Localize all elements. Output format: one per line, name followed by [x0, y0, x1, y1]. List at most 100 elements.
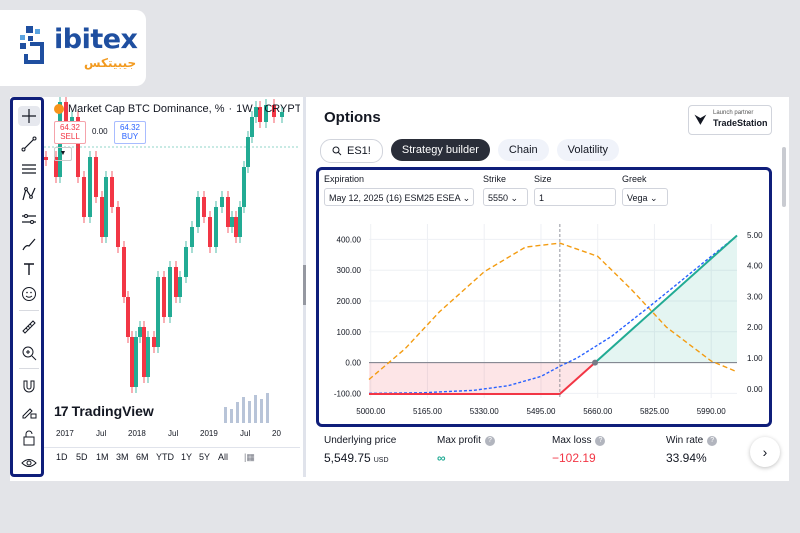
range-3m[interactable]: 3M — [116, 452, 129, 462]
y-right-tick-label: 0.00 — [747, 385, 763, 394]
x-tick-label: 5000.00 — [356, 407, 385, 416]
candle-body — [178, 277, 182, 297]
fib-retracement-icon[interactable] — [18, 159, 40, 179]
x-tick-label: 5660.00 — [583, 407, 612, 416]
x-tick-label: 5165.00 — [413, 407, 442, 416]
brand-name: ibitex — [54, 24, 138, 55]
strike-label: Strike — [483, 174, 507, 184]
zoom-in-icon[interactable] — [18, 343, 40, 363]
candle-body — [202, 197, 206, 217]
volume-bar — [260, 399, 263, 423]
y-left-tick-label: 0.00 — [345, 359, 361, 368]
ibitex-logo-icon — [20, 26, 44, 64]
tradestation-partner-badge[interactable]: ⮟ Launch partner TradeStation — [688, 105, 772, 135]
candle-body — [44, 157, 48, 160]
buy-button[interactable]: 64.32 BUY — [114, 121, 146, 144]
volume-bar — [254, 395, 257, 423]
range-5d[interactable]: 5D — [76, 452, 88, 462]
candle-body — [82, 177, 86, 217]
y-left-tick-label: 100.00 — [337, 328, 362, 337]
candle-body — [214, 207, 218, 247]
eye-icon[interactable] — [18, 453, 40, 473]
range-6m[interactable]: 6M — [136, 452, 149, 462]
volume-bar — [242, 397, 245, 423]
greek-select[interactable]: Vega ⌄ — [622, 188, 668, 206]
chart-exchange: CRYPTO — [264, 103, 300, 115]
volume-bar — [236, 402, 239, 423]
candle-body — [130, 337, 134, 387]
strike-select[interactable]: 5550 ⌄ — [483, 188, 528, 206]
strategy-builder: Expiration May 12, 2025 (16) ESM25 ESEA … — [316, 167, 772, 427]
tab-chain[interactable]: Chain — [497, 139, 549, 161]
forecast-icon[interactable] — [18, 209, 40, 229]
greek-label: Greek — [622, 174, 647, 184]
candle-body — [110, 177, 114, 207]
range-1y[interactable]: 1Y — [181, 452, 192, 462]
help-icon[interactable]: ? — [707, 435, 718, 446]
chart-interval[interactable]: 1W — [236, 103, 253, 115]
lock-pencil-icon[interactable] — [18, 402, 40, 422]
panel-resize-handle[interactable] — [303, 265, 306, 305]
symbol-search-button[interactable]: ES1! — [320, 139, 383, 163]
candle-body — [116, 207, 120, 247]
text-icon[interactable] — [18, 259, 40, 279]
candle-body — [250, 117, 254, 137]
x-tick-label: 5330.00 — [470, 407, 499, 416]
range-all[interactable]: All — [218, 452, 228, 462]
tab-volatility[interactable]: Volatility — [556, 139, 620, 161]
range-ytd[interactable]: YTD — [156, 452, 174, 462]
expiration-select[interactable]: May 12, 2025 (16) ESM25 ESEA ⌄ — [324, 188, 474, 206]
y-right-tick-label: 4.00 — [747, 262, 763, 271]
magnet-icon[interactable] — [18, 376, 40, 396]
options-tabs: ES1! Strategy builder Chain Volatility — [320, 139, 620, 163]
brand-subtitle: جیبیتکس — [84, 56, 137, 70]
volume-bar — [266, 393, 269, 423]
y-left-tick-label: 300.00 — [337, 266, 362, 275]
next-arrow-button[interactable]: › — [750, 437, 780, 467]
trend-line-icon[interactable] — [18, 134, 40, 154]
loss-area — [369, 362, 596, 395]
size-input[interactable]: 1 — [534, 188, 616, 206]
payoff-chart[interactable]: 5000.00 5165.00 5330.00 5495.00 5660.00 5825.… — [319, 214, 769, 424]
range-1m[interactable]: 1M — [96, 452, 109, 462]
candle-body — [234, 217, 238, 237]
chevron-down-icon: ⌄ — [462, 193, 471, 203]
y-right-tick-label: 3.00 — [747, 292, 763, 301]
pattern-icon[interactable] — [18, 184, 40, 204]
candle-body — [242, 167, 246, 207]
tradingview-logo-icon: 17 — [54, 403, 69, 419]
calendar-icon[interactable]: |▦ — [244, 452, 255, 463]
x-tick-label: 5825.00 — [640, 407, 669, 416]
candle-body — [104, 177, 108, 237]
chart-title: Market Cap BTC Dominance, % · 1W · CRYPT… — [54, 103, 300, 115]
brush-icon[interactable] — [18, 234, 40, 254]
crosshair-icon[interactable] — [18, 106, 40, 126]
candle-body — [152, 337, 156, 347]
range-1d[interactable]: 1D — [56, 452, 68, 462]
candle-body — [238, 207, 242, 237]
y-left-tick-label: 400.00 — [337, 235, 362, 244]
candle-body — [122, 247, 126, 297]
sell-button[interactable]: 64.32 SELL — [54, 121, 86, 144]
candle-body — [190, 227, 194, 247]
help-icon[interactable]: ? — [595, 435, 606, 446]
tab-strategy-builder[interactable]: Strategy builder — [390, 139, 490, 161]
collapse-chevron-icon[interactable]: ▼ — [54, 147, 72, 161]
price-chart[interactable]: Market Cap BTC Dominance, % · 1W · CRYPT… — [44, 97, 300, 477]
lock-icon[interactable] — [18, 428, 40, 448]
volume-bar — [224, 407, 227, 423]
panel-scrollbar[interactable] — [782, 147, 786, 207]
emoji-icon[interactable] — [18, 284, 40, 304]
brand-logo: ibitex جیبیتکس — [0, 10, 146, 86]
tradestation-logo-icon: ⮟ — [695, 112, 707, 127]
range-5y[interactable]: 5Y — [199, 452, 210, 462]
btc-icon — [54, 104, 64, 114]
candle-body — [162, 277, 166, 317]
y-right-tick-label: 5.00 — [747, 231, 763, 240]
time-axis: 2017 Jul 2018 Jul 2019 Jul 20 — [56, 429, 281, 438]
chevron-down-icon: ⌄ — [510, 193, 519, 203]
tradingview-watermark: 17 TradingView — [54, 403, 154, 419]
ruler-icon[interactable] — [18, 317, 40, 337]
help-icon[interactable]: ? — [484, 435, 495, 446]
candle-body — [94, 157, 98, 197]
